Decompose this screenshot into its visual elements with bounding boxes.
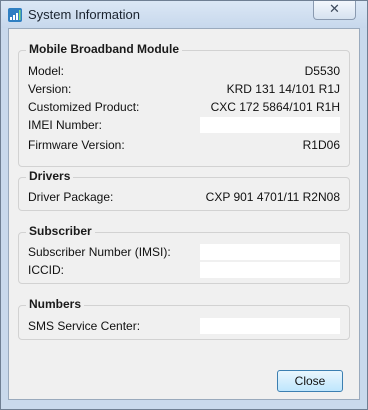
- field-value: CXC 172 5864/101 R1H: [210, 100, 340, 114]
- close-window-button[interactable]: ✕: [313, 1, 356, 20]
- field-label: Subscriber Number (IMSI):: [28, 245, 171, 259]
- row-firmware-version: Firmware Version: R1D06: [28, 137, 340, 153]
- field-label: Firmware Version:: [28, 138, 125, 152]
- group-title: Drivers: [26, 169, 74, 183]
- field-value: KRD 131 14/101 R1J: [226, 82, 340, 96]
- field-label: Version:: [28, 82, 72, 96]
- field-label: IMEI Number:: [28, 118, 103, 132]
- row-imei-number: IMEI Number:: [28, 117, 340, 133]
- group-numbers: Numbers SMS Service Center:: [18, 297, 350, 340]
- field-value: CXP 901 4701/11 R2N08: [205, 190, 340, 204]
- row-imsi: Subscriber Number (IMSI):: [28, 244, 340, 260]
- field-label: ICCID:: [28, 263, 64, 277]
- row-model: Model: D5530: [28, 63, 340, 79]
- dialog-body: Mobile Broadband Module Model: D5530 Ver…: [8, 28, 360, 400]
- row-version: Version: KRD 131 14/101 R1J: [28, 81, 340, 97]
- system-information-window: System Information ✕ Mobile Broadband Mo…: [0, 0, 368, 410]
- group-title: Mobile Broadband Module: [26, 42, 182, 56]
- field-value: R1D06: [302, 138, 340, 152]
- group-subscriber: Subscriber Subscriber Number (IMSI): ICC…: [18, 224, 350, 284]
- field-value: D5530: [304, 64, 340, 78]
- redacted-value: [200, 262, 340, 278]
- redacted-value: [200, 244, 340, 260]
- close-button[interactable]: Close: [277, 370, 343, 392]
- window-title: System Information: [28, 7, 140, 22]
- field-label: SMS Service Center:: [28, 319, 141, 333]
- group-title: Subscriber: [26, 224, 95, 238]
- title-bar[interactable]: System Information ✕: [1, 1, 367, 28]
- row-sms-service-center: SMS Service Center:: [28, 318, 340, 334]
- close-icon: ✕: [329, 1, 340, 16]
- group-drivers: Drivers Driver Package: CXP 901 4701/11 …: [18, 169, 350, 211]
- field-label: Customized Product:: [28, 100, 140, 114]
- redacted-value: [200, 117, 340, 133]
- row-driver-package: Driver Package: CXP 901 4701/11 R2N08: [28, 189, 340, 205]
- redacted-value: [200, 318, 340, 334]
- field-label: Driver Package:: [28, 190, 114, 204]
- field-label: Model:: [28, 64, 65, 78]
- row-iccid: ICCID:: [28, 262, 340, 278]
- group-mobile-broadband-module: Mobile Broadband Module Model: D5530 Ver…: [18, 42, 350, 167]
- signal-bars-icon: [8, 8, 22, 22]
- row-customized-product: Customized Product: CXC 172 5864/101 R1H: [28, 99, 340, 115]
- group-title: Numbers: [26, 297, 85, 311]
